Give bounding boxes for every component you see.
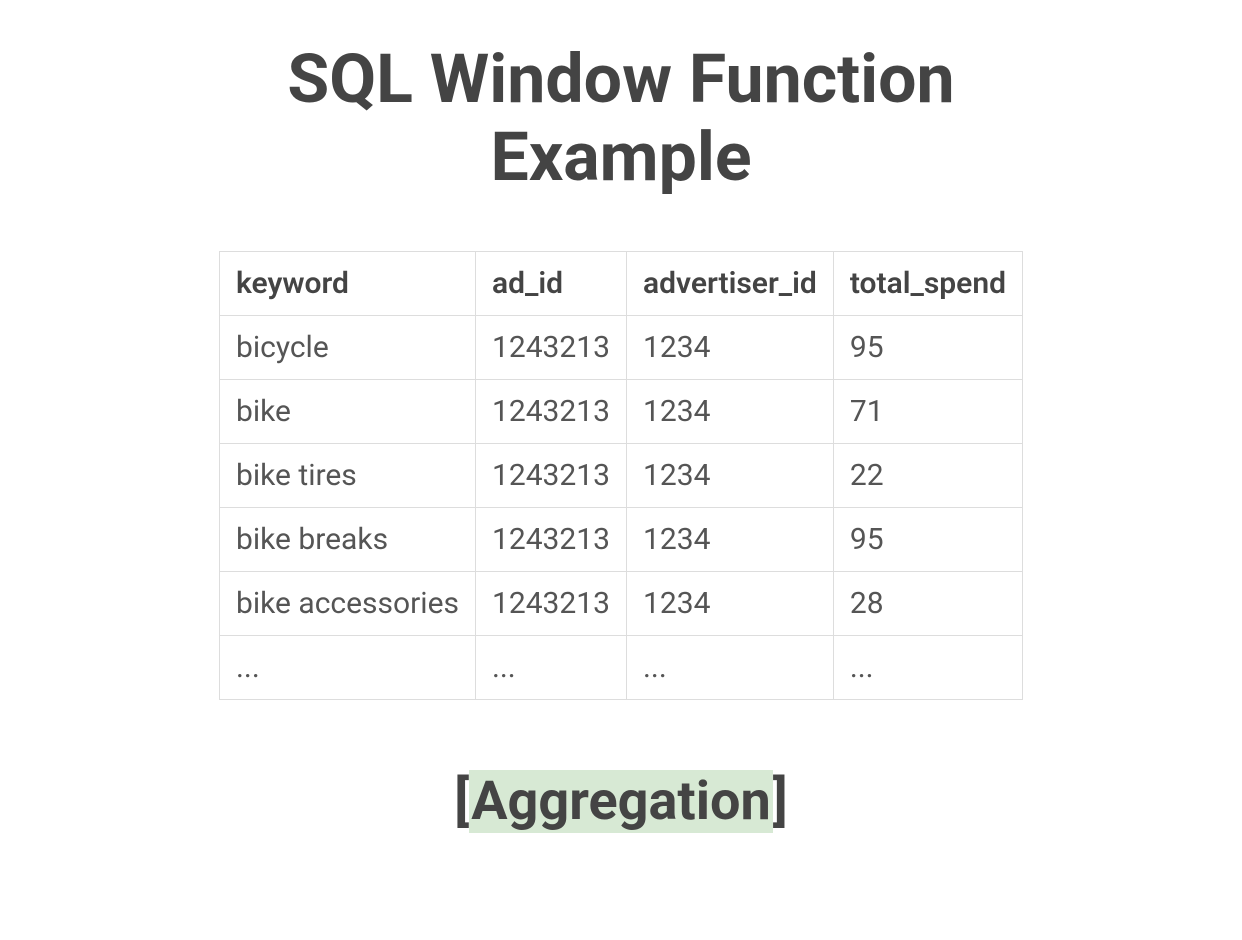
subtitle-highlight: Aggregation (469, 770, 772, 833)
table-row: bike tires 1243213 1234 22 (220, 444, 1023, 508)
table-row: bike 1243213 1234 71 (220, 380, 1023, 444)
cell-total-spend: 22 (833, 444, 1022, 508)
cell-advertiser-id: 1234 (627, 316, 834, 380)
cell-keyword: bicycle (220, 316, 476, 380)
close-bracket: ] (773, 770, 788, 833)
cell-ad-id: 1243213 (475, 380, 626, 444)
cell-ad-id: ... (475, 636, 626, 700)
cell-keyword: bike (220, 380, 476, 444)
open-bracket: [ (454, 770, 469, 833)
example-table: keyword ad_id advertiser_id total_spend … (219, 251, 1023, 700)
cell-keyword: bike accessories (220, 572, 476, 636)
col-header-total-spend: total_spend (833, 252, 1022, 316)
col-header-ad-id: ad_id (475, 252, 626, 316)
cell-total-spend: 95 (833, 316, 1022, 380)
cell-ad-id: 1243213 (475, 508, 626, 572)
table-row: bicycle 1243213 1234 95 (220, 316, 1023, 380)
cell-keyword: ... (220, 636, 476, 700)
table-row: bike accessories 1243213 1234 28 (220, 572, 1023, 636)
cell-advertiser-id: 1234 (627, 380, 834, 444)
cell-total-spend: 95 (833, 508, 1022, 572)
cell-advertiser-id: 1234 (627, 444, 834, 508)
table-header-row: keyword ad_id advertiser_id total_spend (220, 252, 1023, 316)
cell-ad-id: 1243213 (475, 316, 626, 380)
cell-ad-id: 1243213 (475, 444, 626, 508)
table-row: bike breaks 1243213 1234 95 (220, 508, 1023, 572)
cell-ad-id: 1243213 (475, 572, 626, 636)
cell-advertiser-id: ... (627, 636, 834, 700)
cell-keyword: bike tires (220, 444, 476, 508)
col-header-advertiser-id: advertiser_id (627, 252, 834, 316)
subtitle: [Aggregation] (454, 770, 787, 833)
col-header-keyword: keyword (220, 252, 476, 316)
table-row: ... ... ... ... (220, 636, 1023, 700)
cell-total-spend: 71 (833, 380, 1022, 444)
cell-advertiser-id: 1234 (627, 508, 834, 572)
cell-total-spend: ... (833, 636, 1022, 700)
cell-keyword: bike breaks (220, 508, 476, 572)
cell-total-spend: 28 (833, 572, 1022, 636)
cell-advertiser-id: 1234 (627, 572, 834, 636)
page-title: SQL Window Function Example (171, 40, 1071, 196)
